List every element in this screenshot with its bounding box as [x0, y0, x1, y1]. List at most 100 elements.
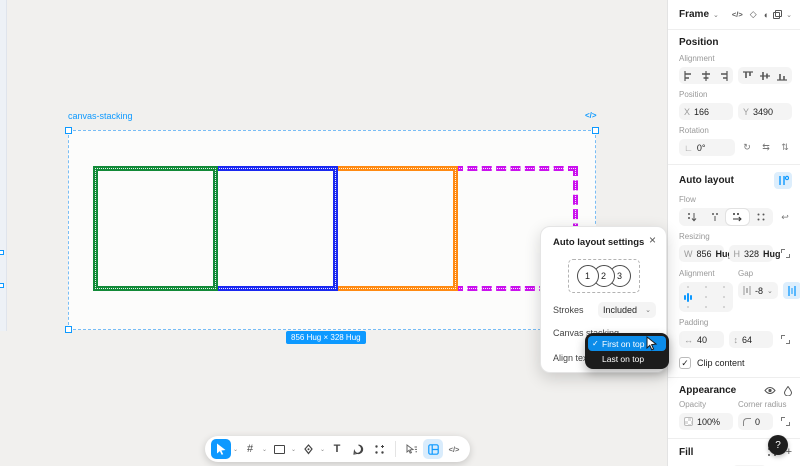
vertical-padding-field[interactable]: ↕ 64: [728, 331, 773, 348]
rotate-button[interactable]: ↻: [740, 142, 754, 153]
comment-icon: [352, 443, 363, 455]
chevron-down-icon[interactable]: ⌄: [261, 446, 268, 453]
auto-layout-settings-button[interactable]: [774, 172, 792, 189]
vertical-align-group: [738, 67, 792, 84]
frame-tool[interactable]: #: [240, 439, 260, 459]
position-heading: Position: [679, 37, 719, 48]
y-value: 3490: [753, 106, 774, 117]
help-button[interactable]: ?: [768, 435, 788, 455]
corner-radius-value: 0: [755, 416, 761, 427]
figma-app: canvas-stacking </> 856 Hug × 328 Hug Au…: [0, 0, 800, 466]
dialog-title: Auto layout settings: [553, 237, 645, 248]
position-label: Position: [679, 90, 708, 99]
independent-corners-button[interactable]: [778, 417, 792, 426]
square-blue[interactable]: [213, 166, 338, 291]
selection-handle[interactable]: [0, 250, 4, 255]
check-icon: ✓: [681, 357, 689, 368]
chevron-down-icon[interactable]: ⌄: [767, 287, 773, 295]
flow-grid-button[interactable]: [749, 209, 772, 225]
layers-icon[interactable]: [773, 10, 783, 19]
rotation-field[interactable]: ∟ 0°: [679, 139, 735, 156]
text-icon: T: [333, 443, 341, 455]
appearance-section: Appearance Opacity 100% Corner radius 0: [668, 378, 800, 439]
comment-tool[interactable]: [348, 439, 368, 459]
align-bottom-button[interactable]: [774, 68, 791, 83]
selection-handle-tl[interactable]: [65, 127, 72, 134]
strokes-select[interactable]: Included ⌄: [598, 302, 656, 318]
gap-label: Gap: [738, 269, 754, 278]
pen-tool[interactable]: [298, 439, 318, 459]
design-mode-button[interactable]: [423, 439, 443, 459]
chevron-down-icon[interactable]: ⌄: [713, 11, 719, 19]
width-field[interactable]: W 856 Hug: [679, 245, 733, 262]
pen-icon: [303, 443, 313, 454]
panel-header: Frame ⌄ </> ◇ ◐ ⌄: [668, 0, 800, 30]
chevron-down-icon[interactable]: ⌄: [319, 446, 326, 453]
text-tool[interactable]: T: [327, 439, 347, 459]
frame-code-badge[interactable]: </>: [585, 111, 597, 120]
wrap-button[interactable]: ↩: [778, 212, 792, 223]
align-left-button[interactable]: [680, 68, 697, 83]
horizontal-padding-field[interactable]: ↔ 40: [679, 331, 724, 348]
chevron-down-icon[interactable]: ⌄: [232, 446, 239, 453]
component-icon[interactable]: ◇: [750, 9, 757, 20]
frame-name-label[interactable]: canvas-stacking: [68, 111, 133, 121]
align-center-h-button[interactable]: [697, 68, 714, 83]
flow-horizontal-button[interactable]: [726, 209, 749, 225]
align-right-button[interactable]: [715, 68, 732, 83]
individual-padding-button[interactable]: [778, 335, 792, 344]
rotation-label: Rotation: [679, 126, 709, 135]
menu-item-label: Last on top: [602, 353, 645, 364]
close-icon[interactable]: ×: [649, 233, 656, 247]
left-canvas-edge: [0, 0, 7, 331]
selection-type-label[interactable]: Frame: [679, 9, 709, 20]
shape-tool[interactable]: [269, 439, 289, 459]
height-field[interactable]: H 328 Hug: [728, 245, 781, 262]
menu-item-last-on-top[interactable]: Last on top: [588, 351, 666, 366]
auto-layout-heading: Auto layout: [679, 175, 734, 186]
eye-icon[interactable]: [764, 386, 776, 395]
align-top-button[interactable]: [739, 68, 756, 83]
flow-label: Flow: [679, 195, 696, 204]
mask-icon[interactable]: ◐: [764, 10, 769, 20]
resize-settings-button[interactable]: [778, 249, 792, 258]
align-middle-button[interactable]: [756, 68, 773, 83]
square-green[interactable]: [93, 166, 218, 291]
w-value: 856: [696, 248, 712, 259]
flip-vertical-icon: ⇅: [781, 142, 789, 152]
opacity-field[interactable]: 100%: [679, 413, 733, 430]
move-tool[interactable]: [211, 439, 231, 459]
draw-mode-button[interactable]: [402, 439, 422, 459]
corner-radius-label: Corner radius: [738, 400, 787, 409]
flow-vertical-alt-button[interactable]: [703, 209, 726, 225]
dev-mode-button[interactable]: </>: [444, 439, 464, 459]
selection-handle[interactable]: [0, 283, 4, 288]
code-icon[interactable]: </>: [732, 10, 743, 19]
flip-horizontal-button[interactable]: ⇆: [759, 142, 773, 153]
padding-label: Padding: [679, 318, 709, 327]
strokes-value: Included: [603, 305, 638, 315]
code-icon: </>: [448, 444, 460, 454]
distribute-icon: [788, 285, 796, 296]
square-orange[interactable]: [333, 166, 458, 291]
toolbar-divider: [395, 441, 396, 457]
al-alignment-label: Alignment: [679, 269, 715, 278]
clip-content-checkbox[interactable]: ✓: [679, 357, 691, 369]
chevron-down-icon[interactable]: ⌄: [786, 11, 792, 19]
horizontal-align-group: [679, 67, 733, 84]
corner-radius-field[interactable]: 0: [738, 413, 773, 430]
y-position-field[interactable]: Y 3490: [738, 103, 792, 120]
fill-heading: Fill: [679, 446, 694, 458]
selection-handle-tr[interactable]: [592, 127, 599, 134]
distribute-button[interactable]: [782, 282, 800, 299]
gap-field[interactable]: -8 ⌄: [738, 282, 778, 299]
selection-handle-bl[interactable]: [65, 326, 72, 333]
chevron-down-icon[interactable]: ⌄: [290, 446, 297, 453]
blend-droplet-icon[interactable]: [784, 385, 792, 396]
actions-tool[interactable]: [369, 439, 389, 459]
flow-vertical-button[interactable]: [680, 209, 703, 225]
flip-vertical-button[interactable]: ⇅: [778, 142, 792, 153]
canvas-frame[interactable]: [68, 130, 596, 330]
x-position-field[interactable]: X 166: [679, 103, 733, 120]
alignment-grid[interactable]: [679, 282, 733, 312]
